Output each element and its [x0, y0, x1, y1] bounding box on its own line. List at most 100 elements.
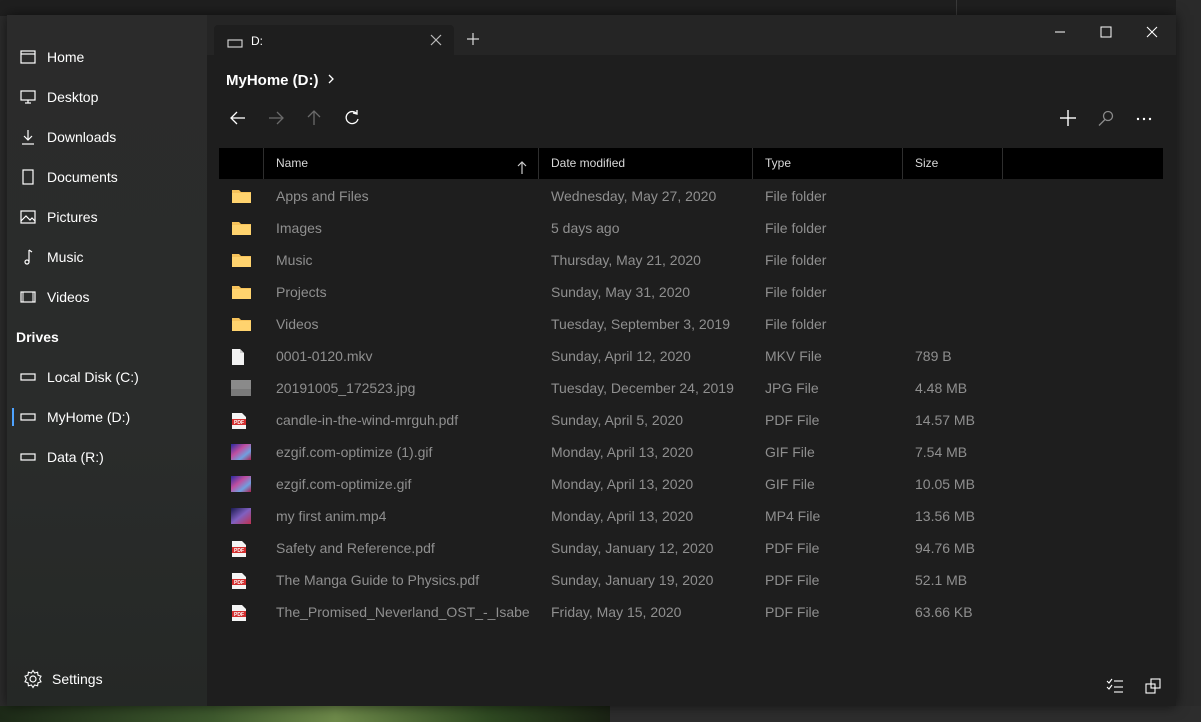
search-button[interactable]	[1097, 109, 1115, 127]
back-button[interactable]	[229, 109, 247, 127]
tab-d-drive[interactable]: D:	[214, 25, 454, 55]
sidebar-item-label: Documents	[47, 169, 118, 185]
table-row[interactable]: Music Thursday, May 21, 2020 File folder	[219, 244, 1163, 276]
sidebar-item-label: Pictures	[47, 209, 98, 225]
column-header-size[interactable]: Size	[902, 148, 1002, 179]
file-name: Projects	[276, 284, 327, 300]
main-pane: D: MyHome (D:) Name Date modified Type S…	[207, 15, 1176, 706]
svg-text:PDF: PDF	[234, 580, 244, 586]
layout-mode-icon[interactable]	[1144, 677, 1162, 695]
table-row[interactable]: Images 5 days ago File folder	[219, 212, 1163, 244]
file-size	[915, 180, 1005, 212]
image-thumbnail-icon	[231, 380, 252, 397]
file-type: PDF File	[765, 540, 820, 556]
table-row[interactable]: Videos Tuesday, September 3, 2019 File fol…	[219, 308, 1163, 340]
column-header-date-modified[interactable]: Date modified	[538, 148, 752, 179]
wallpaper-strip	[0, 706, 610, 722]
new-tab-button[interactable]	[466, 32, 480, 46]
breadcrumb: MyHome (D:)	[226, 72, 335, 89]
table-row[interactable]: ezgif.com-optimize.gif Monday, April 13, …	[219, 468, 1163, 500]
file-name: ezgif.com-optimize.gif	[276, 476, 412, 492]
home-icon	[20, 49, 36, 65]
folder-icon	[231, 252, 252, 269]
column-header-type[interactable]: Type	[752, 148, 902, 179]
file-size: 789 B	[915, 348, 952, 364]
table-row[interactable]: PDF The_Promised_Neverland_OST_-_Isabe Fri…	[219, 596, 1163, 628]
file-date-modified: Sunday, January 19, 2020	[551, 572, 714, 588]
file-size	[915, 308, 1005, 340]
video-icon	[20, 289, 36, 305]
maximize-button[interactable]	[1099, 25, 1113, 39]
forward-button[interactable]	[267, 109, 285, 127]
file-size	[915, 276, 1005, 308]
table-row[interactable]: PDF candle-in-the-wind-mrguh.pdf Sunday, A…	[219, 404, 1163, 436]
sidebar-item-videos[interactable]: Videos	[7, 279, 207, 315]
music-note-icon	[20, 249, 36, 265]
file-type: MKV File	[765, 348, 822, 364]
table-row[interactable]: my first anim.mp4 Monday, April 13, 2020 M…	[219, 500, 1163, 532]
gif-thumbnail-icon	[231, 476, 252, 493]
sidebar-item-label: Data (R:)	[47, 449, 104, 465]
file-name: candle-in-the-wind-mrguh.pdf	[276, 412, 459, 428]
file-size: 13.56 MB	[915, 508, 975, 524]
sidebar-item-music[interactable]: Music	[7, 239, 207, 275]
sidebar-item-documents[interactable]: Documents	[7, 159, 207, 195]
file-name: Images	[276, 220, 322, 236]
files-app-window: Home Desktop Downloads Documents Picture…	[7, 15, 1176, 706]
close-window-button[interactable]	[1145, 25, 1159, 39]
sidebar-item-home[interactable]: Home	[7, 39, 207, 75]
document-icon	[20, 169, 36, 185]
pdf-icon: PDF	[231, 540, 252, 557]
more-options-button[interactable]	[1135, 109, 1153, 127]
sidebar-item-label: Home	[47, 49, 85, 65]
sidebar: Home Desktop Downloads Documents Picture…	[7, 15, 207, 706]
sidebar-item-label: Videos	[47, 289, 90, 305]
settings-button[interactable]: Settings	[7, 665, 207, 693]
file-date-modified: Friday, May 15, 2020	[551, 604, 682, 620]
sidebar-item-myhome-d[interactable]: MyHome (D:)	[7, 399, 207, 435]
file-size: 63.66 KB	[915, 604, 973, 620]
file-type: PDF File	[765, 604, 820, 620]
up-button[interactable]	[305, 109, 323, 127]
table-row[interactable]: 20191005_172523.jpg Tuesday, December 24,…	[219, 372, 1163, 404]
table-row[interactable]: Apps and Files Wednesday, May 27, 2020 Fil…	[219, 180, 1163, 212]
drives-heading: Drives	[16, 329, 59, 345]
sidebar-item-data-r[interactable]: Data (R:)	[7, 439, 207, 475]
file-type: File folder	[765, 316, 827, 332]
video-thumbnail-icon	[231, 508, 252, 525]
gear-icon	[23, 669, 43, 689]
column-header-label: Type	[765, 156, 792, 170]
gif-thumbnail-icon	[231, 444, 252, 461]
chevron-right-icon[interactable]	[327, 72, 335, 89]
file-size: 4.48 MB	[915, 380, 968, 396]
column-header-name[interactable]: Name	[263, 148, 538, 179]
table-row[interactable]: Projects Sunday, May 31, 2020 File folder	[219, 276, 1163, 308]
table-row[interactable]: PDF The Manga Guide to Physics.pdf Sunday,…	[219, 564, 1163, 596]
table-row[interactable]: 0001-0120.mkv Sunday, April 12, 2020 MKV F…	[219, 340, 1163, 372]
file-name: Safety and Reference.pdf	[276, 540, 435, 556]
sidebar-item-pictures[interactable]: Pictures	[7, 199, 207, 235]
file-size: 94.76 MB	[915, 540, 975, 556]
column-header-filler	[1002, 148, 1163, 179]
file-name: Apps and Files	[276, 188, 369, 204]
file-date-modified: Sunday, April 5, 2020	[551, 412, 684, 428]
minimize-button[interactable]	[1053, 25, 1067, 39]
breadcrumb-item-current[interactable]: MyHome (D:)	[226, 72, 319, 89]
file-size: 7.54 MB	[915, 444, 968, 460]
sidebar-item-downloads[interactable]: Downloads	[7, 119, 207, 155]
file-type: File folder	[765, 284, 827, 300]
selection-mode-icon[interactable]	[1106, 677, 1124, 695]
column-header-label: Date modified	[551, 156, 626, 170]
file-name: Music	[276, 252, 313, 268]
sidebar-item-local-disk-c[interactable]: Local Disk (C:)	[7, 359, 207, 395]
new-item-button[interactable]	[1059, 109, 1077, 127]
svg-text:PDF: PDF	[234, 612, 244, 618]
table-row[interactable]: ezgif.com-optimize (1).gif Monday, April …	[219, 436, 1163, 468]
sidebar-item-desktop[interactable]: Desktop	[7, 79, 207, 115]
svg-text:PDF: PDF	[234, 548, 244, 554]
file-name: The_Promised_Neverland_OST_-_Isabe	[276, 604, 530, 620]
background-window-strip	[0, 0, 1201, 16]
refresh-button[interactable]	[343, 109, 361, 127]
table-row[interactable]: PDF Safety and Reference.pdf Sunday, Janua…	[219, 532, 1163, 564]
close-tab-icon[interactable]	[429, 33, 443, 47]
